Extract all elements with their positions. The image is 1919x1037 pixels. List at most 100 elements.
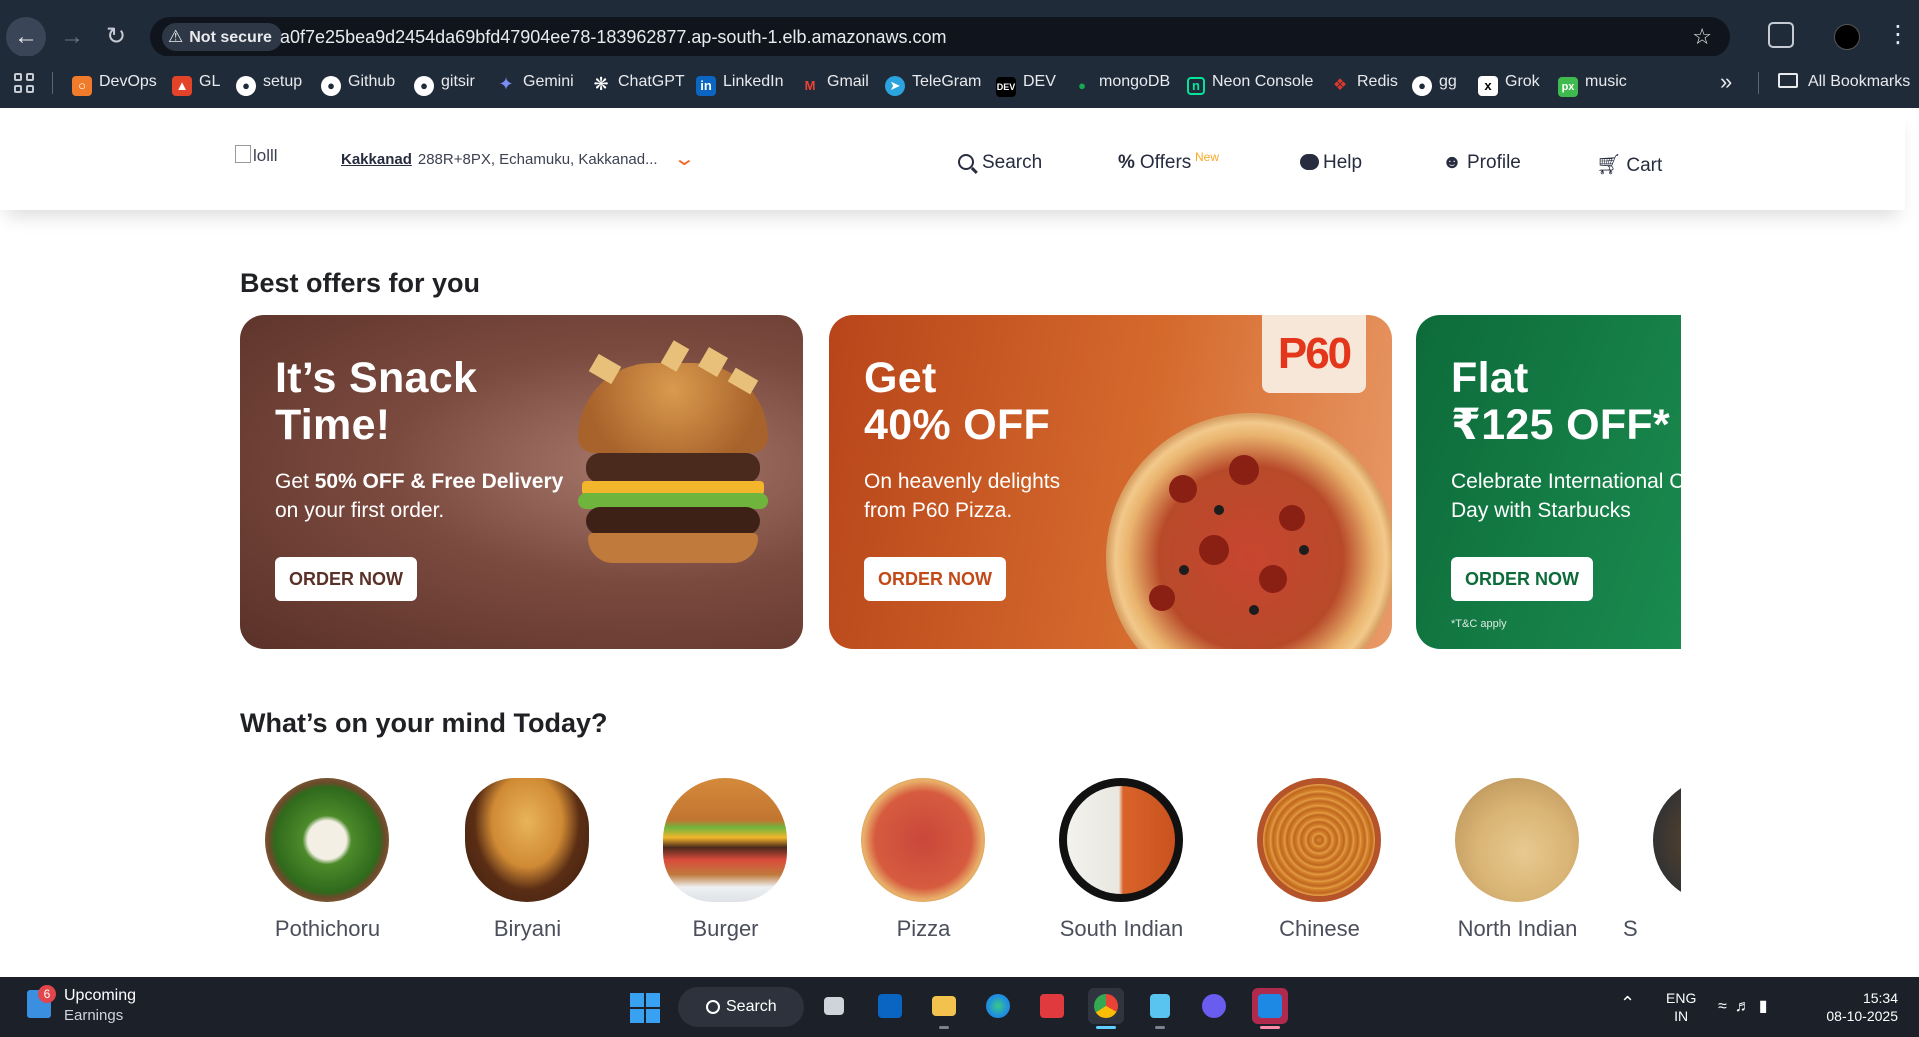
volume-icon: ♬ bbox=[1734, 998, 1759, 1015]
clock[interactable]: 15:34 08-10-2025 bbox=[1818, 989, 1898, 1025]
category-item[interactable]: Burger bbox=[638, 778, 808, 958]
devops-favicon-icon: ○ bbox=[72, 76, 92, 96]
battery-icon: ▮ bbox=[1758, 998, 1776, 1015]
terms-note: *T&C apply bbox=[1451, 618, 1507, 630]
bookmark-music[interactable]: px music bbox=[1558, 56, 1627, 108]
offer-heading: Flat ₹125 OFF* bbox=[1451, 354, 1671, 449]
offer-subtitle: Get 50% OFF & Free Delivery on your firs… bbox=[275, 470, 564, 522]
redis-icon: ❖ bbox=[1332, 77, 1348, 94]
taskbar-search[interactable]: Search bbox=[678, 987, 804, 1027]
widgets-text[interactable]: Upcoming Earnings bbox=[64, 986, 136, 1026]
bookmark-telegram[interactable]: ➤ TeleGram bbox=[885, 56, 981, 108]
bookmark-redis[interactable]: ❖ Redis bbox=[1330, 56, 1398, 108]
gemini-icon: ✦ bbox=[498, 74, 514, 94]
offer-heading: Get 40% OFF bbox=[864, 354, 1051, 449]
nav-profile[interactable]: ☻ Profile bbox=[1442, 152, 1521, 174]
forward-button[interactable]: → bbox=[52, 17, 92, 57]
offers-section-title: Best offers for you bbox=[240, 268, 481, 298]
bookmark-neon-console[interactable]: n Neon Console bbox=[1187, 56, 1313, 108]
telegram-icon: ➤ bbox=[885, 76, 905, 96]
url-text[interactable]: a0f7e25bea9d2454da69bfd47904ee78-1839628… bbox=[280, 17, 947, 57]
category-item[interactable]: S bbox=[1623, 778, 1681, 958]
category-item[interactable]: Chinese bbox=[1232, 778, 1402, 958]
grok-icon: x bbox=[1478, 76, 1498, 96]
recorder-app[interactable] bbox=[1034, 988, 1070, 1024]
location-selector[interactable]: Kakkanad 288R+8PX, Echamuku, Kakkanad... bbox=[341, 151, 658, 168]
apps-grid-icon[interactable] bbox=[14, 73, 34, 93]
github-icon: ● bbox=[236, 76, 256, 96]
address-bar[interactable]: ⚠ Not secure a0f7e25bea9d2454da69bfd47904… bbox=[150, 17, 1730, 57]
offer-card-snack-time[interactable]: It’s Snack Time! Get 50% OFF & Free Deli… bbox=[240, 315, 803, 649]
bookmark-chatgpt[interactable]: ❋ ChatGPT bbox=[591, 56, 684, 108]
notepad-app[interactable] bbox=[1142, 988, 1178, 1029]
chevron-down-icon[interactable]: ⌄ bbox=[673, 146, 696, 171]
file-explorer-app[interactable] bbox=[926, 988, 962, 1029]
bookmark-mongodb[interactable]: ● mongoDB bbox=[1072, 56, 1170, 108]
chinese-image bbox=[1257, 778, 1381, 902]
order-now-button[interactable]: ORDER NOW bbox=[275, 557, 417, 601]
bookmark-devops[interactable]: ○ DevOps bbox=[72, 56, 157, 108]
bookmark-linkedin[interactable]: in LinkedIn bbox=[696, 56, 784, 108]
chevron-up-icon[interactable]: ⌃ bbox=[1620, 993, 1635, 1014]
input-language[interactable]: ENG IN bbox=[1666, 989, 1696, 1025]
system-tray-icons[interactable]: ≈♬▮ bbox=[1718, 996, 1776, 1016]
all-bookmarks-button[interactable]: All Bookmarks bbox=[1778, 56, 1910, 108]
partial-category-image bbox=[1653, 778, 1681, 902]
bookmark-setup[interactable]: ● setup bbox=[236, 56, 302, 108]
bookmark-gemini[interactable]: ✦ Gemini bbox=[496, 56, 573, 108]
category-item[interactable]: Pizza bbox=[836, 778, 1006, 958]
extensions-icon[interactable] bbox=[1768, 22, 1794, 48]
music-icon: px bbox=[1558, 77, 1578, 97]
browser-menu-icon[interactable]: ⋮ bbox=[1886, 20, 1910, 49]
offers-carousel: It’s Snack Time! Get 50% OFF & Free Deli… bbox=[240, 315, 1681, 649]
order-now-button[interactable]: ORDER NOW bbox=[1451, 557, 1593, 601]
task-view-button[interactable] bbox=[816, 988, 852, 1024]
github-icon: ● bbox=[1412, 76, 1432, 96]
profile-avatar[interactable] bbox=[1834, 24, 1860, 50]
category-item[interactable]: Pothichoru bbox=[240, 778, 410, 958]
chrome-app[interactable] bbox=[1088, 988, 1124, 1029]
nav-cart[interactable]: 🛒︎ Cart bbox=[1596, 152, 1662, 177]
bookmarks-bar: ○ DevOps ▲ GL ● setup ● Github ● gitsir ✦ Gemi… bbox=[0, 56, 1919, 108]
bookmark-gmail[interactable]: M Gmail bbox=[800, 56, 869, 108]
media-player-app[interactable] bbox=[1196, 988, 1232, 1024]
back-button[interactable]: ← bbox=[6, 17, 46, 57]
category-item[interactable]: South Indian bbox=[1034, 778, 1204, 958]
offer-card-starbucks[interactable]: Flat ₹125 OFF* Celebrate International C… bbox=[1416, 315, 1681, 649]
category-item[interactable]: North Indian bbox=[1430, 778, 1600, 958]
order-now-button[interactable]: ORDER NOW bbox=[864, 557, 1006, 601]
discount-icon: % bbox=[1118, 152, 1135, 173]
bookmark-star-icon[interactable]: ☆ bbox=[1692, 17, 1712, 57]
burger-image bbox=[663, 778, 787, 902]
more-bookmarks-chevron-icon[interactable]: » bbox=[1720, 56, 1732, 108]
vscode-app[interactable] bbox=[1252, 988, 1288, 1029]
github-icon: ● bbox=[321, 76, 341, 96]
bookmark-grok[interactable]: x Grok bbox=[1478, 56, 1540, 108]
site-header: lolll Kakkanad 288R+8PX, Echamuku, Kakkan… bbox=[0, 108, 1905, 210]
reload-button[interactable]: ↻ bbox=[96, 17, 136, 57]
site-security-chip[interactable]: ⚠ Not secure bbox=[162, 23, 282, 51]
edge-app[interactable] bbox=[980, 988, 1016, 1024]
biryani-image bbox=[465, 778, 589, 902]
site-logo[interactable]: lolll bbox=[235, 145, 278, 166]
category-item[interactable]: Biryani bbox=[440, 778, 610, 958]
bookmark-gg[interactable]: ● gg bbox=[1412, 56, 1457, 108]
categories-carousel: Pothichoru Biryani Burger Pizza South In… bbox=[240, 778, 1681, 958]
new-badge: New bbox=[1195, 150, 1220, 164]
cart-icon: 🛒︎ bbox=[1596, 154, 1622, 176]
outlook-app[interactable] bbox=[872, 988, 908, 1024]
nav-offers[interactable]: % Offers bbox=[1118, 152, 1191, 174]
p60-logo: P60 bbox=[1262, 315, 1366, 393]
wifi-icon: ≈ bbox=[1718, 998, 1735, 1015]
search-icon bbox=[958, 154, 974, 170]
categories-section-title: What’s on your mind Today? bbox=[240, 708, 608, 738]
bookmark-gitsir[interactable]: ● gitsir bbox=[414, 56, 475, 108]
nav-search[interactable]: Search bbox=[958, 152, 1042, 174]
start-button[interactable] bbox=[630, 993, 660, 1023]
bookmark-dev[interactable]: DEV DEV bbox=[996, 56, 1056, 108]
offer-card-p60-pizza[interactable]: P60 Get 40% OFF On heavenly delights fro… bbox=[829, 315, 1392, 649]
nav-help[interactable]: Help bbox=[1300, 152, 1362, 174]
offer-heading: It’s Snack Time! bbox=[275, 354, 478, 449]
bookmark-gl[interactable]: ▲ GL bbox=[172, 56, 220, 108]
bookmark-github[interactable]: ● Github bbox=[321, 56, 395, 108]
